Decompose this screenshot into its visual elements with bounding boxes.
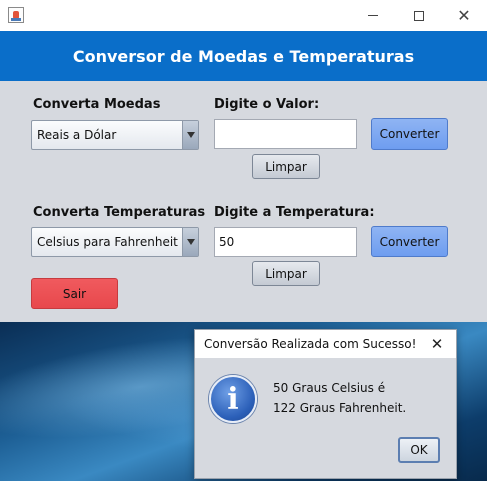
currency-select-value: Reais a Dólar [37,128,117,142]
exit-button[interactable]: Sair [31,278,118,309]
temperature-value-label: Digite a Temperatura: [214,205,375,220]
close-icon: ✕ [457,5,471,25]
dialog-title-bar: Conversão Realizada com Sucesso! ✕ [195,330,456,358]
dialog-title: Conversão Realizada com Sucesso! [204,337,417,351]
temperature-select-value: Celsius para Fahrenheit [37,235,178,249]
title-bar: ✕ [0,0,487,31]
chevron-down-icon[interactable] [182,121,198,149]
temperature-label: Converta Temperaturas [33,205,206,220]
dialog-message-line2: 122 Graus Fahrenheit. [273,401,407,415]
temperature-convert-button[interactable]: Converter [371,226,448,257]
currency-value-label: Digite o Valor: [214,97,320,112]
currency-select[interactable]: Reais a Dólar [31,120,199,150]
chevron-down-icon[interactable] [182,228,198,256]
dialog-close-button[interactable]: ✕ [428,334,446,354]
temperature-select[interactable]: Celsius para Fahrenheit [31,227,199,257]
maximize-button[interactable] [396,0,442,31]
currency-convert-button[interactable]: Converter [371,118,448,150]
temperature-clear-button[interactable]: Limpar [252,261,320,286]
maximize-icon [414,10,424,21]
temperature-value-input[interactable]: 50 [214,227,357,257]
close-button[interactable]: ✕ [441,0,487,31]
dialog-message-line1: 50 Graus Celsius é [273,381,386,395]
close-icon: ✕ [430,335,444,353]
minimize-icon [368,15,378,16]
currency-clear-button[interactable]: Limpar [252,154,320,179]
minimize-button[interactable] [350,0,396,31]
java-cup-icon [8,7,24,23]
main-window: ✕ Conversor de Moedas e Temperaturas Con… [0,0,487,322]
currency-value-input[interactable] [214,119,357,149]
info-icon: i [209,375,257,423]
message-dialog: Conversão Realizada com Sucesso! ✕ i 50 … [194,329,457,479]
currency-label: Converta Moedas [33,97,161,112]
page-title: Conversor de Moedas e Temperaturas [0,31,487,81]
ok-button[interactable]: OK [398,437,440,463]
